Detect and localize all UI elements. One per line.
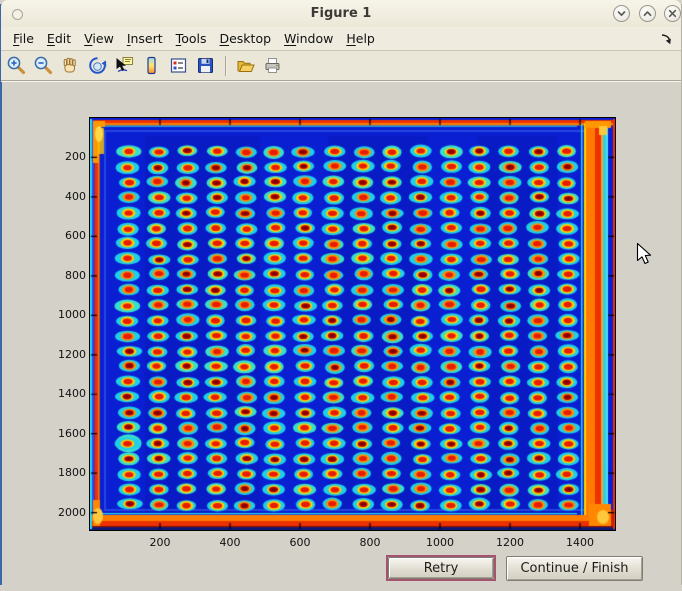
save-figure-icon[interactable]	[195, 55, 216, 76]
maximize-button[interactable]	[639, 5, 656, 22]
open-file-icon[interactable]	[235, 55, 256, 76]
menu-item-edit[interactable]: Edit	[47, 31, 71, 46]
window-title: Figure 1	[1, 0, 681, 27]
chevron-up-icon	[640, 6, 655, 21]
window-border-left	[0, 4, 2, 585]
menu-item-file[interactable]: File	[13, 31, 34, 46]
continue-finish-button[interactable]: Continue / Finish	[506, 556, 643, 581]
y-tick-label: 2000	[36, 506, 86, 520]
y-tick-label: 1000	[36, 308, 86, 322]
chevron-down-icon	[614, 6, 629, 21]
menu-item-desktop[interactable]: Desktop	[219, 31, 271, 46]
y-tick-label: 1800	[36, 466, 86, 480]
y-tick-label: 400	[36, 190, 86, 204]
y-tick-label: 1600	[36, 427, 86, 441]
rotate-3d-icon[interactable]	[87, 55, 108, 76]
toolbar	[1, 51, 681, 81]
retry-button-focus-ring: Retry	[386, 555, 496, 581]
x-tick-label: 400	[208, 536, 252, 550]
y-tick-label: 200	[36, 150, 86, 164]
menu-item-view[interactable]: View	[84, 31, 114, 46]
y-tick-label: 1200	[36, 348, 86, 362]
x-tick-label: 1200	[488, 536, 532, 550]
colorbar-icon[interactable]	[141, 55, 162, 76]
menu-item-insert[interactable]: Insert	[127, 31, 163, 46]
y-tick-label: 800	[36, 269, 86, 283]
zoom-in-icon[interactable]	[6, 55, 27, 76]
retry-button[interactable]: Retry	[388, 557, 494, 579]
figure-window: Figure 1 File Edit View Insert Tools Desktop W…	[0, 0, 682, 591]
y-tick-label: 1400	[36, 387, 86, 401]
menu-item-help[interactable]: Help	[346, 31, 375, 46]
x-tick-label: 600	[278, 536, 322, 550]
menu-item-window[interactable]: Window	[284, 31, 333, 46]
title-bar[interactable]: Figure 1	[1, 0, 681, 28]
x-tick-label: 1400	[558, 536, 602, 550]
toolbar-separator	[225, 56, 226, 76]
pan-icon[interactable]	[60, 55, 81, 76]
x-tick-label: 1000	[418, 536, 462, 550]
zoom-out-icon[interactable]	[33, 55, 54, 76]
menu-item-tools[interactable]: Tools	[176, 31, 207, 46]
mouse-cursor	[636, 242, 653, 266]
microarray-image[interactable]	[89, 117, 616, 531]
menu-bar: File Edit View Insert Tools Desktop Window Help	[1, 27, 681, 51]
shade-button[interactable]	[613, 5, 630, 22]
dock-figure-icon[interactable]	[660, 33, 672, 45]
x-tick-label: 200	[138, 536, 182, 550]
y-tick-label: 600	[36, 229, 86, 243]
close-button[interactable]	[664, 5, 681, 22]
data-cursor-icon[interactable]	[114, 55, 135, 76]
x-tick-label: 800	[348, 536, 392, 550]
close-icon	[665, 6, 680, 21]
print-figure-icon[interactable]	[262, 55, 283, 76]
insert-legend-icon[interactable]	[168, 55, 189, 76]
